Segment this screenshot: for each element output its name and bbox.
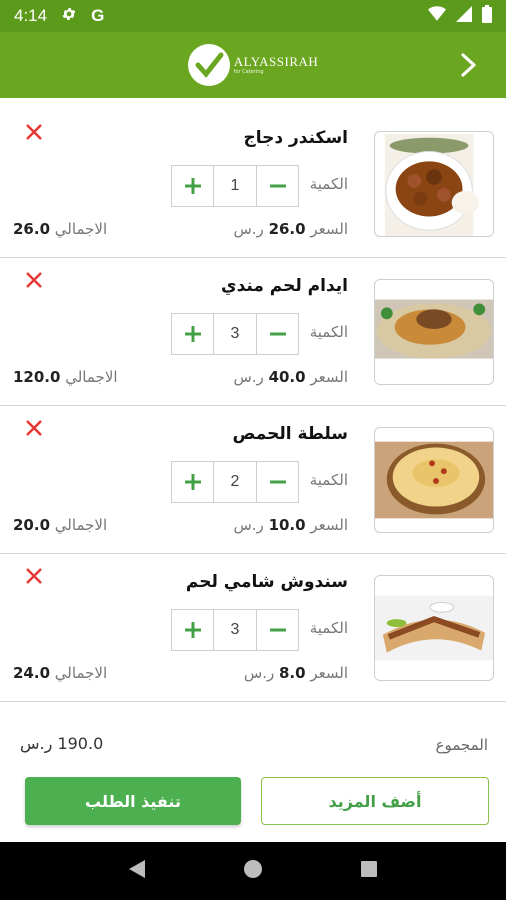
item-name: اسكندر دجاج: [243, 128, 348, 148]
decrement-button[interactable]: [256, 461, 299, 503]
increment-button[interactable]: [171, 313, 214, 355]
plus-icon: [184, 326, 201, 342]
item-total: الاجمالي 120.0: [13, 368, 118, 386]
decrement-button[interactable]: [256, 609, 299, 651]
item-total: الاجمالي 26.0: [13, 220, 108, 238]
qty-label: الكمية: [309, 323, 348, 341]
status-bar: 4:14 G: [0, 0, 506, 32]
clock: 4:14: [14, 6, 48, 25]
item-name: سلطة الحمص: [232, 424, 349, 444]
quantity-stepper: 2: [171, 461, 299, 503]
app-logo: ALYASSIRAH for Catering: [187, 44, 319, 86]
decrement-button[interactable]: [256, 313, 299, 355]
cart-item: ايدام لحم مندي الكمية 3 السعر 40.0 ر.س ا…: [0, 258, 506, 406]
quantity-stepper: 1: [171, 165, 299, 207]
add-more-button[interactable]: أضف المزيد: [261, 777, 489, 825]
remove-item-button[interactable]: [22, 564, 46, 588]
google-icon: G: [91, 6, 105, 25]
close-icon: [26, 568, 42, 584]
nav-back-icon[interactable]: [127, 858, 147, 884]
battery-icon: [482, 4, 492, 28]
chevron-right-icon: [461, 53, 476, 77]
remove-item-button[interactable]: [22, 120, 46, 144]
item-name: ايدام لحم مندي: [221, 276, 348, 296]
minus-icon: [269, 184, 286, 188]
decrement-button[interactable]: [256, 165, 299, 207]
logo-check-icon: [187, 44, 230, 86]
plus-icon: [184, 178, 201, 194]
cart-item: اسكندر دجاج الكمية 1 السعر 26.0 ر.س الاج…: [0, 110, 506, 258]
back-button[interactable]: [450, 47, 486, 83]
close-icon: [26, 420, 42, 436]
remove-item-button[interactable]: [22, 416, 46, 440]
item-image: [374, 427, 494, 533]
item-name: سندوش شامي لحم: [185, 572, 348, 592]
plus-icon: [184, 622, 201, 638]
minus-icon: [269, 332, 286, 336]
quantity-value[interactable]: 3: [214, 609, 256, 651]
nav-recents-icon[interactable]: [359, 859, 379, 883]
order-summary: المجموع 190.0 ر.س تنفيذ الطلب أضف المزيد: [0, 718, 506, 842]
quantity-stepper: 3: [171, 609, 299, 651]
minus-icon: [269, 628, 286, 632]
quantity-value[interactable]: 2: [214, 461, 256, 503]
item-price: السعر 40.0 ر.س: [233, 368, 348, 386]
wifi-icon: [428, 5, 446, 27]
item-total: الاجمالي 20.0: [13, 516, 108, 534]
close-icon: [26, 272, 42, 288]
remove-item-button[interactable]: [22, 268, 46, 292]
summary-label: المجموع: [435, 736, 488, 754]
quantity-value[interactable]: 1: [214, 165, 256, 207]
quantity-value[interactable]: 3: [214, 313, 256, 355]
item-price: السعر 8.0 ر.س: [243, 664, 348, 682]
system-nav-bar: [0, 842, 506, 900]
increment-button[interactable]: [171, 165, 214, 207]
app-bar: ALYASSIRAH for Catering: [0, 32, 506, 98]
increment-button[interactable]: [171, 461, 214, 503]
cart-item: سندوش شامي لحم الكمية 3 السعر 8.0 ر.س ال…: [0, 554, 506, 702]
qty-label: الكمية: [309, 619, 348, 637]
plus-icon: [184, 474, 201, 490]
cart-list: اسكندر دجاج الكمية 1 السعر 26.0 ر.س الاج…: [0, 110, 506, 702]
qty-label: الكمية: [309, 175, 348, 193]
brand-subtitle: for Catering: [233, 69, 264, 75]
nav-home-icon[interactable]: [242, 858, 264, 884]
item-price: السعر 10.0 ر.س: [233, 516, 348, 534]
minus-icon: [269, 480, 286, 484]
qty-label: الكمية: [309, 471, 348, 489]
item-image: [374, 279, 494, 385]
item-image: [374, 131, 494, 237]
brand-name: ALYASSIRAH: [233, 54, 319, 69]
summary-total: 190.0 ر.س: [20, 734, 104, 753]
checkout-button[interactable]: تنفيذ الطلب: [25, 777, 241, 825]
item-price: السعر 26.0 ر.س: [233, 220, 348, 238]
gear-icon: [61, 6, 77, 27]
close-icon: [26, 124, 42, 140]
quantity-stepper: 3: [171, 313, 299, 355]
increment-button[interactable]: [171, 609, 214, 651]
cart-item: سلطة الحمص الكمية 2 السعر 10.0 ر.س الاجم…: [0, 406, 506, 554]
item-image: [374, 575, 494, 681]
item-total: الاجمالي 24.0: [13, 664, 108, 682]
signal-icon: [456, 5, 472, 27]
